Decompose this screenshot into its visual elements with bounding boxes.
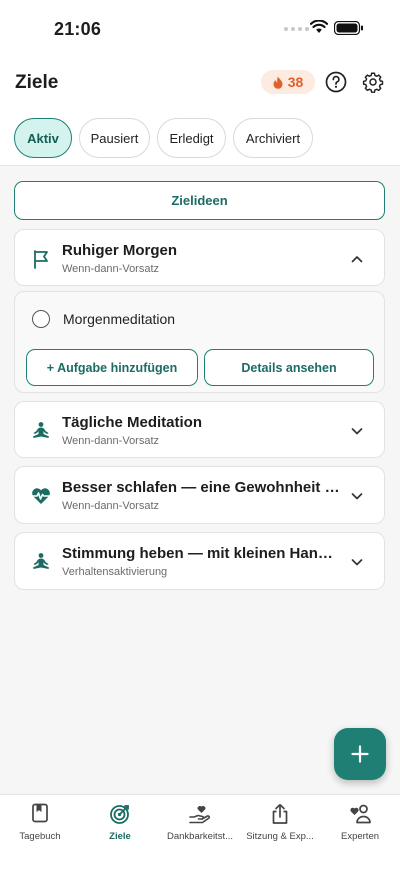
wifi-icon	[310, 20, 328, 33]
chevron-down-icon[interactable]	[350, 555, 364, 569]
flame-icon	[273, 76, 283, 89]
goal-card[interactable]: Besser schlafen — eine Gewohnheit n... W…	[14, 466, 385, 524]
goal-card[interactable]: Tägliche Meditation Wenn-dann-Vorsatz	[14, 401, 385, 458]
task-label: Morgenmeditation	[63, 311, 176, 327]
gratitude-hand-icon	[189, 805, 211, 824]
goal-type: Wenn-dann-Vorsatz	[62, 263, 160, 275]
add-goal-button[interactable]	[334, 728, 386, 780]
nav-item-dankbarkeit[interactable]: Dankbarkeitst...	[160, 803, 240, 842]
goal-title: Tägliche Meditation	[62, 414, 203, 431]
details-button[interactable]: Details ansehen	[204, 349, 374, 386]
goal-tasks-panel: Morgenmeditation + Aufgabe hinzufügen De…	[14, 291, 385, 393]
status-time: 21:06	[54, 19, 102, 39]
battery-icon	[334, 21, 363, 35]
nav-label: Tagebuch	[19, 831, 61, 842]
streak-count: 38	[287, 74, 304, 90]
page-title: Ziele	[15, 72, 59, 93]
signal-dots-icon	[284, 27, 309, 31]
nav-label: Dankbarkeitst...	[167, 831, 233, 842]
nav-item-ziele[interactable]: Ziele	[80, 803, 160, 842]
gear-icon[interactable]	[362, 71, 384, 93]
goal-ideas-button[interactable]: Zielideen	[14, 181, 385, 220]
tab-erledigt[interactable]: Erledigt	[157, 118, 226, 158]
nav-item-experten[interactable]: Experten	[320, 803, 400, 842]
chevron-up-icon[interactable]	[350, 252, 364, 266]
heartbeat-icon	[30, 488, 52, 504]
tab-archiviert[interactable]: Archiviert	[233, 118, 313, 158]
goal-type: Verhaltensaktivierung	[62, 566, 168, 578]
journal-icon	[32, 803, 48, 823]
share-icon	[272, 803, 288, 824]
plus-icon	[351, 745, 369, 763]
goal-type: Wenn-dann-Vorsatz	[62, 500, 160, 512]
goal-type: Wenn-dann-Vorsatz	[62, 435, 160, 447]
goal-title: Ruhiger Morgen	[62, 242, 177, 259]
streak-badge[interactable]: 38	[261, 70, 315, 94]
nav-label: Ziele	[109, 831, 131, 842]
meditation-icon	[33, 553, 49, 569]
meditation-icon	[33, 422, 49, 438]
target-icon	[110, 805, 129, 824]
add-task-button[interactable]: + Aufgabe hinzufügen	[26, 349, 198, 386]
goal-title: Stimmung heben — mit kleinen Handl...	[62, 545, 342, 562]
goal-card[interactable]: Ruhiger Morgen Wenn-dann-Vorsatz	[14, 229, 385, 286]
flag-icon	[34, 250, 48, 269]
tab-aktiv[interactable]: Aktiv	[14, 118, 72, 158]
goal-card[interactable]: Stimmung heben — mit kleinen Handl... Ve…	[14, 532, 385, 590]
goal-title: Besser schlafen — eine Gewohnheit n...	[62, 479, 342, 496]
nav-item-tagebuch[interactable]: Tagebuch	[0, 803, 80, 842]
filter-tabs: Aktiv Pausiert Erledigt Archiviert	[14, 118, 313, 158]
help-icon[interactable]	[325, 71, 347, 93]
status-bar: 21:06	[0, 0, 400, 60]
nav-label: Sitzung & Exp...	[246, 831, 314, 842]
chevron-down-icon[interactable]	[350, 489, 364, 503]
nav-label: Experten	[340, 831, 380, 842]
chevron-down-icon[interactable]	[350, 424, 364, 438]
task-checkbox[interactable]	[32, 310, 50, 328]
page-header: Ziele 38 Aktiv Pausiert Erledigt Archivi…	[0, 60, 400, 166]
nav-item-sitzung[interactable]: Sitzung & Exp...	[240, 803, 320, 842]
tab-pausiert[interactable]: Pausiert	[79, 118, 150, 158]
bottom-nav: Tagebuch Ziele Dankbarkeitst... Sitzung …	[0, 794, 400, 869]
experts-icon	[350, 804, 371, 824]
